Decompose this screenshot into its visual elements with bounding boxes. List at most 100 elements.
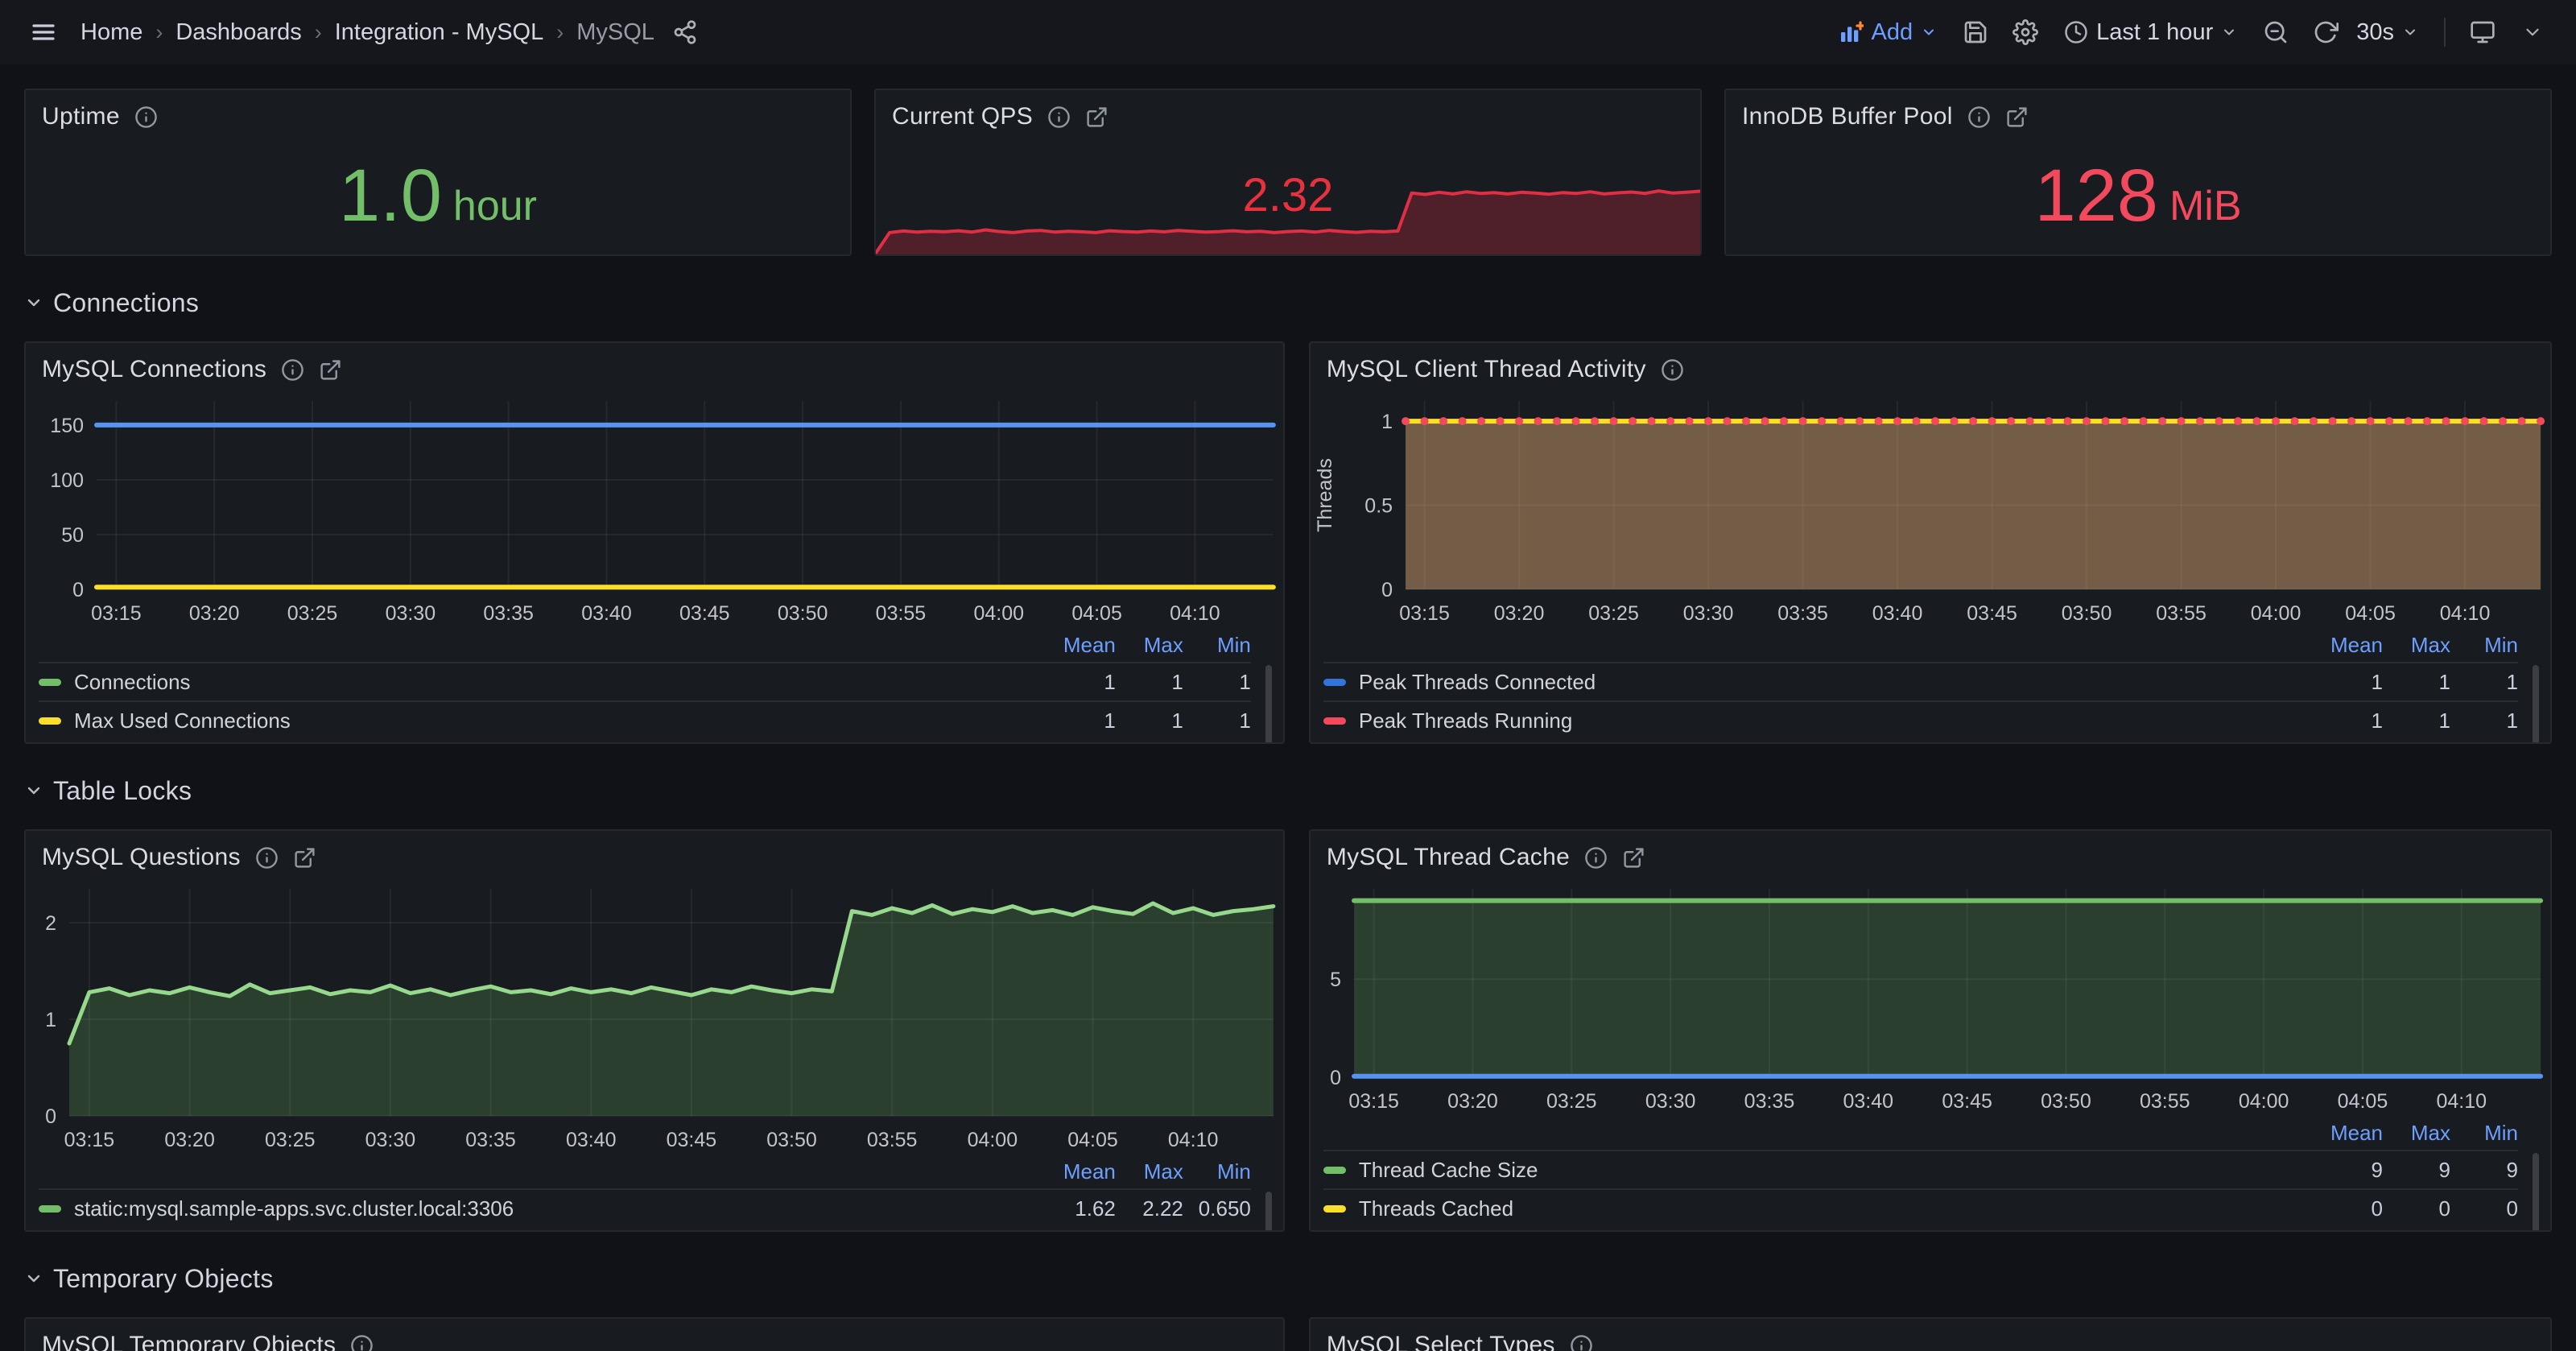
- add-panel-dropdown[interactable]: Add: [1830, 13, 1946, 52]
- series-stat-value: 9: [2315, 1158, 2383, 1183]
- kiosk-mode-button[interactable]: [2463, 13, 2502, 52]
- breadcrumb-home[interactable]: Home: [80, 19, 142, 46]
- panel-title: Uptime: [42, 103, 120, 130]
- stat-value-uptime: 1.0 hour: [26, 137, 850, 254]
- panel-header[interactable]: MySQL Select Types: [1311, 1319, 2550, 1351]
- legend-row[interactable]: Connections111: [39, 662, 1251, 700]
- menu-toggle-button[interactable]: [24, 13, 63, 52]
- panel-header[interactable]: InnoDB Buffer Pool: [1726, 90, 2550, 135]
- svg-text:04:05: 04:05: [1071, 602, 1122, 625]
- section-header-table-locks[interactable]: Table Locks: [24, 773, 2552, 808]
- panel-info-button[interactable]: [1570, 1334, 1593, 1351]
- zoom-out-time-button[interactable]: [2256, 13, 2295, 52]
- panel-info-button[interactable]: [350, 1334, 374, 1351]
- panel-header[interactable]: MySQL Thread Cache: [1311, 831, 2550, 876]
- stat-unit: MiB: [2169, 164, 2242, 227]
- legend-scrollbar[interactable]: [1265, 1192, 1272, 1232]
- save-dashboard-button[interactable]: [1956, 13, 1995, 52]
- panel-info-button[interactable]: [255, 846, 279, 870]
- svg-text:03:50: 03:50: [778, 602, 828, 625]
- svg-text:04:10: 04:10: [2440, 602, 2491, 625]
- refresh-dashboard-button[interactable]: [2306, 13, 2345, 52]
- legend-row[interactable]: Peak Threads Connected111: [1323, 662, 2518, 700]
- svg-text:04:00: 04:00: [2239, 1090, 2289, 1113]
- legend-sort-max[interactable]: Max: [2383, 633, 2450, 658]
- section-header-connections[interactable]: Connections: [24, 285, 2552, 320]
- panel-info-button[interactable]: [1661, 358, 1684, 382]
- legend-sort-mean[interactable]: Mean: [2315, 1121, 2383, 1146]
- svg-text:03:30: 03:30: [1683, 602, 1734, 625]
- zoom-out-icon: [2263, 19, 2289, 45]
- connections-chart-canvas[interactable]: 03:1503:2003:2503:3003:3503:4003:4503:50…: [26, 388, 1283, 628]
- legend-sort-min[interactable]: Min: [1183, 1159, 1251, 1184]
- panel-external-link-button[interactable]: [1622, 846, 1645, 870]
- info-icon: [350, 1334, 374, 1351]
- panel-title: MySQL Client Thread Activity: [1327, 356, 1646, 383]
- legend-scrollbar[interactable]: [2533, 1153, 2539, 1232]
- series-swatch: [39, 679, 61, 686]
- panel-info-button[interactable]: [134, 105, 158, 129]
- svg-text:03:40: 03:40: [581, 602, 632, 625]
- panel-external-link-button[interactable]: [319, 358, 342, 382]
- thread-cache-chart-canvas[interactable]: 03:1503:2003:2503:3003:3503:4003:4503:50…: [1311, 876, 2550, 1116]
- series-swatch: [39, 717, 61, 725]
- svg-text:03:40: 03:40: [566, 1129, 617, 1151]
- panel-external-link-button[interactable]: [2005, 105, 2029, 129]
- legend-row[interactable]: Threads Cached000: [1323, 1188, 2518, 1227]
- panel-info-button[interactable]: [1047, 105, 1071, 129]
- svg-text:03:35: 03:35: [1744, 1090, 1795, 1113]
- svg-text:03:55: 03:55: [876, 602, 927, 625]
- series-stat-value: 1: [1116, 670, 1183, 695]
- legend-row[interactable]: static:mysql.sample-apps.svc.cluster.loc…: [39, 1188, 1251, 1227]
- time-range-picker[interactable]: Last 1 hour: [2056, 13, 2245, 52]
- top-navbar: Home › Dashboards › Integration - MySQL …: [0, 0, 2576, 64]
- panel-info-button[interactable]: [1967, 105, 1991, 129]
- stat-number: 128: [2034, 159, 2158, 233]
- refresh-interval-dropdown[interactable]: 30s: [2356, 13, 2426, 52]
- legend-sort-mean[interactable]: Mean: [1048, 1159, 1116, 1184]
- legend-sort-max[interactable]: Max: [1116, 633, 1183, 658]
- navbar-more-button[interactable]: [2513, 13, 2552, 52]
- panel-header[interactable]: Current QPS: [876, 90, 1700, 135]
- legend-sort-min[interactable]: Min: [1183, 633, 1251, 658]
- panel-info-button[interactable]: [281, 358, 304, 382]
- panel-header[interactable]: Uptime: [26, 90, 850, 135]
- save-icon: [1963, 19, 1988, 45]
- series-stat-value: 0.650: [1183, 1196, 1251, 1221]
- legend-scrollbar[interactable]: [2533, 665, 2539, 744]
- legend-sort-mean[interactable]: Mean: [2315, 633, 2383, 658]
- panel-external-link-button[interactable]: [1085, 105, 1108, 129]
- legend-row[interactable]: Thread Cache Size999: [1323, 1150, 2518, 1188]
- series-stat-value: 1: [1048, 670, 1116, 695]
- legend-sort-mean[interactable]: Mean: [1048, 633, 1116, 658]
- legend-row[interactable]: Peak Threads Running111: [1323, 700, 2518, 739]
- panel-header[interactable]: MySQL Questions: [26, 831, 1283, 876]
- series-stat-value: 1: [1183, 709, 1251, 733]
- panel-title: MySQL Temporary Objects: [42, 1332, 336, 1351]
- breadcrumb-dashboards[interactable]: Dashboards: [175, 19, 301, 46]
- breadcrumb-folder[interactable]: Integration - MySQL: [335, 19, 544, 46]
- chevron-down-icon: [24, 293, 43, 312]
- legend-sort-max[interactable]: Max: [2383, 1121, 2450, 1146]
- legend-sort-min[interactable]: Min: [2450, 1121, 2518, 1146]
- stat-unit: hour: [453, 164, 537, 227]
- legend-scrollbar[interactable]: [1265, 665, 1272, 744]
- section-header-temporary-objects[interactable]: Temporary Objects: [24, 1261, 2552, 1296]
- dashboard-settings-button[interactable]: [2006, 13, 2045, 52]
- panel-external-link-button[interactable]: [293, 846, 316, 870]
- thread-activity-chart-canvas[interactable]: 03:1503:2003:2503:3003:3503:4003:4503:50…: [1311, 388, 2550, 628]
- external-link-icon: [1622, 846, 1645, 870]
- info-icon: [134, 105, 158, 129]
- panel-header[interactable]: MySQL Temporary Objects: [26, 1319, 1283, 1351]
- chevron-down-icon: [24, 781, 43, 800]
- legend-row[interactable]: Max Used Connections111: [39, 700, 1251, 739]
- stat-number: 2.32: [1243, 172, 1334, 219]
- panel-header[interactable]: MySQL Client Thread Activity: [1311, 343, 2550, 388]
- series-label: Connections: [74, 670, 1048, 695]
- legend-sort-max[interactable]: Max: [1116, 1159, 1183, 1184]
- panel-header[interactable]: MySQL Connections: [26, 343, 1283, 388]
- questions-chart-canvas[interactable]: 03:1503:2003:2503:3003:3503:4003:4503:50…: [26, 876, 1283, 1155]
- share-dashboard-button[interactable]: [666, 13, 704, 52]
- legend-sort-min[interactable]: Min: [2450, 633, 2518, 658]
- panel-info-button[interactable]: [1584, 846, 1608, 870]
